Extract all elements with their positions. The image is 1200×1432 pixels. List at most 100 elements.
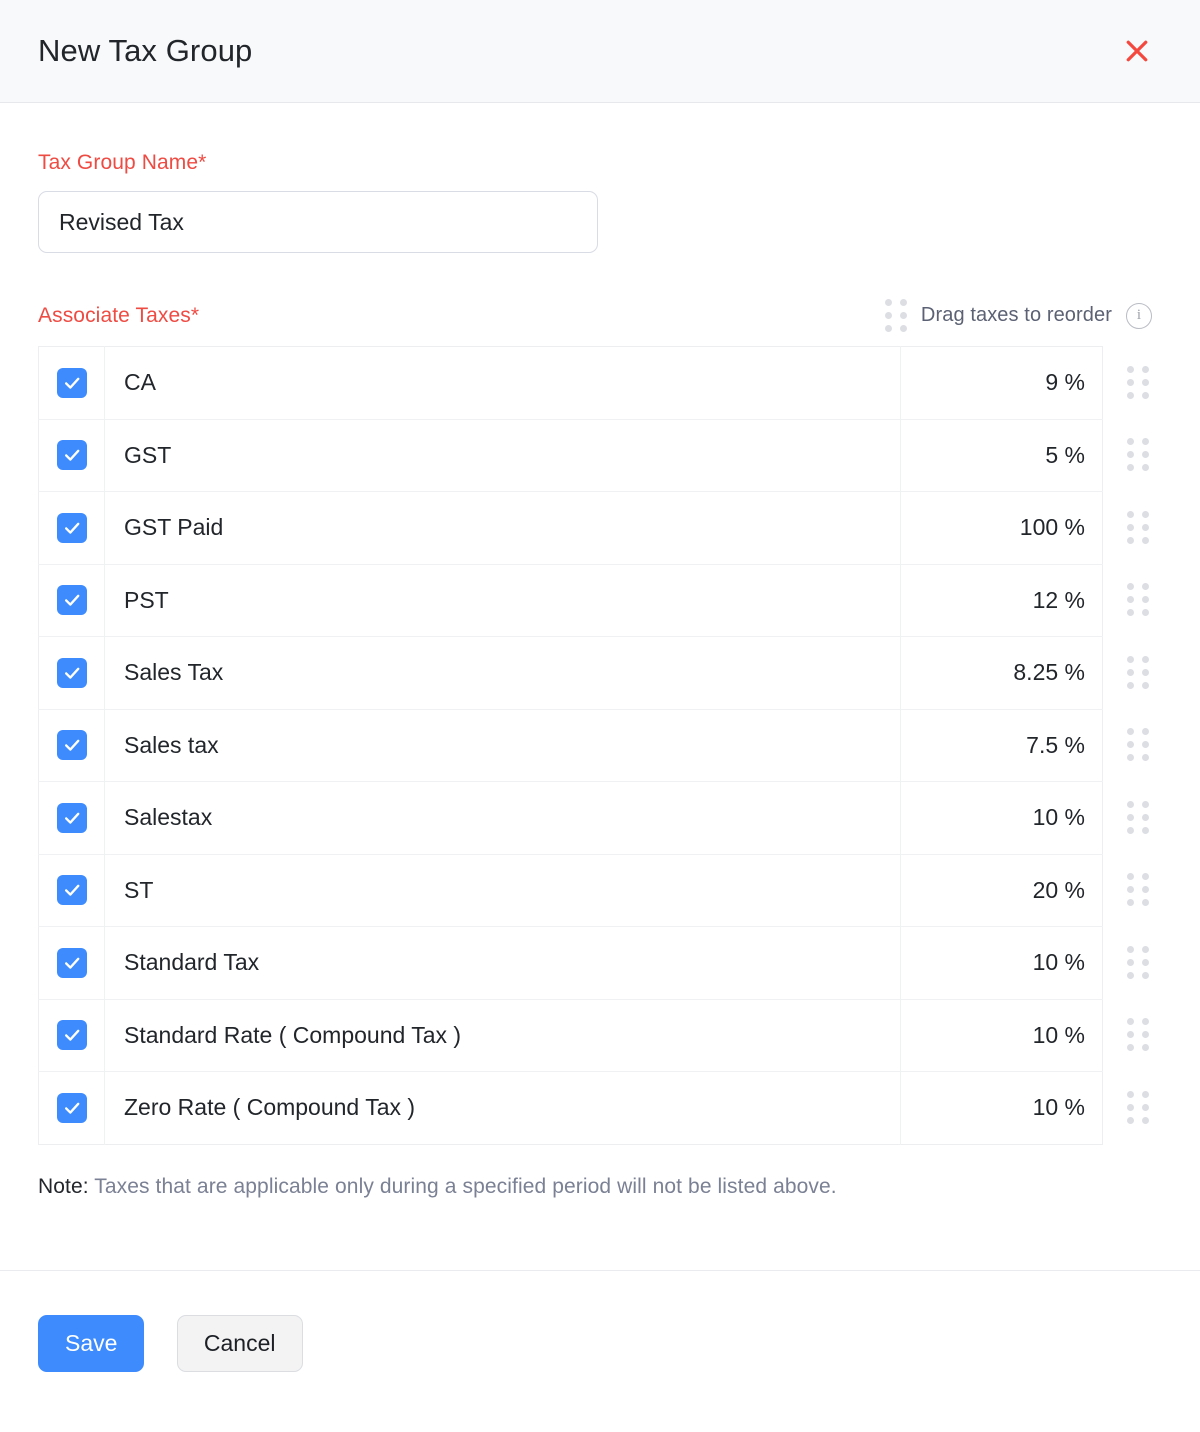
- tax-checkbox[interactable]: [56, 367, 87, 398]
- tax-rate-cell: 10 %: [900, 926, 1103, 1000]
- table-row: GST 5 %: [38, 419, 1103, 492]
- tax-checkbox-cell: [38, 636, 105, 710]
- dialog-footer: Save Cancel: [0, 1270, 1200, 1432]
- tax-checkbox[interactable]: [56, 440, 87, 471]
- table-row: Standard Tax 10 %: [38, 926, 1103, 1000]
- check-icon: [64, 957, 79, 969]
- dialog-header: New Tax Group: [0, 0, 1200, 103]
- table-row: Salestax 10 %: [38, 781, 1103, 855]
- note: Note: Taxes that are applicable only dur…: [38, 1175, 1162, 1199]
- row-drag-handle[interactable]: [1127, 999, 1167, 1072]
- tax-checkbox[interactable]: [56, 1092, 87, 1123]
- tax-name-cell: GST Paid: [104, 491, 901, 565]
- tax-name-cell: Standard Rate ( Compound Tax ): [104, 999, 901, 1072]
- info-icon[interactable]: i: [1126, 302, 1152, 329]
- tax-table: CA 9 % GST 5 % GST Paid 100 % PST 12 % Sales Tax…: [38, 346, 1103, 1145]
- tax-group-name-input[interactable]: [38, 191, 598, 253]
- check-icon: [64, 884, 79, 896]
- tax-name-cell: ST: [104, 854, 901, 927]
- table-row: CA 9 %: [38, 346, 1103, 420]
- check-icon: [64, 594, 79, 606]
- tax-name-cell: Standard Tax: [104, 926, 901, 1000]
- tax-checkbox[interactable]: [56, 657, 87, 688]
- reorder-hint-label: Drag taxes to reorder: [920, 304, 1112, 326]
- tax-checkbox[interactable]: [56, 512, 87, 543]
- drag-handle-icon: [1127, 510, 1149, 544]
- tax-rate-cell: 10 %: [900, 999, 1103, 1072]
- check-icon: [64, 667, 79, 679]
- tax-checkbox[interactable]: [56, 730, 87, 761]
- associate-taxes-label: Associate Taxes*: [38, 303, 200, 327]
- tax-checkbox-cell: [38, 1071, 105, 1144]
- tax-checkbox[interactable]: [56, 947, 87, 978]
- tax-checkbox[interactable]: [56, 875, 87, 906]
- tax-checkbox-cell: [38, 346, 105, 420]
- table-row: GST Paid 100 %: [38, 491, 1103, 565]
- drag-handle-icon: [884, 299, 907, 332]
- drag-handle-icon: [1127, 365, 1149, 399]
- table-row: Sales Tax 8.25 %: [38, 636, 1103, 710]
- drag-handle-icon: [1127, 1018, 1149, 1052]
- tax-rate-cell: 100 %: [900, 491, 1103, 565]
- tax-name-cell: GST: [104, 419, 901, 492]
- row-drag-handle[interactable]: [1127, 491, 1167, 564]
- tax-name-cell: PST: [104, 564, 901, 637]
- cancel-button[interactable]: Cancel: [176, 1315, 303, 1372]
- drag-handle-icon: [1127, 800, 1149, 834]
- row-drag-handle[interactable]: [1127, 1071, 1167, 1144]
- row-drag-handle[interactable]: [1127, 419, 1167, 492]
- tax-checkbox-cell: [38, 926, 105, 1000]
- drag-handle-icon: [1127, 655, 1149, 689]
- tax-checkbox-cell: [38, 564, 105, 637]
- tax-checkbox[interactable]: [56, 1020, 87, 1051]
- reorder-hint: Drag taxes to reorder i: [884, 299, 1152, 332]
- row-drag-handle[interactable]: [1127, 926, 1167, 999]
- drag-handle-icon: [1127, 438, 1149, 472]
- tax-name-cell: Sales tax: [104, 709, 901, 782]
- tax-table-wrapper: CA 9 % GST 5 % GST Paid 100 % PST 12 % Sales Tax…: [38, 346, 1162, 1145]
- close-icon: [1126, 40, 1148, 62]
- tax-name-cell: Zero Rate ( Compound Tax ): [124, 1094, 416, 1121]
- drag-handle-icon: [1127, 873, 1149, 907]
- table-row: PST 12 %: [38, 564, 1103, 637]
- check-icon: [64, 522, 79, 534]
- row-drag-handle[interactable]: [1127, 781, 1167, 854]
- row-drag-handle[interactable]: [1127, 346, 1167, 419]
- check-icon: [64, 377, 79, 389]
- tax-checkbox[interactable]: [56, 802, 87, 833]
- tax-name-cell: Sales Tax: [104, 636, 901, 710]
- tax-checkbox-cell: [38, 999, 105, 1072]
- drag-handle-icon: [1127, 728, 1149, 762]
- check-icon: [64, 739, 79, 751]
- note-text: Taxes that are applicable only during a …: [88, 1174, 837, 1198]
- drag-handle-icon: [1127, 583, 1149, 617]
- tax-rate-cell: 9 %: [900, 346, 1103, 420]
- tax-checkbox-cell: [38, 491, 105, 565]
- save-button[interactable]: Save: [38, 1315, 145, 1372]
- associate-taxes-header: Associate Taxes* Drag taxes to reorder i: [38, 299, 1162, 332]
- row-drag-handle[interactable]: [1127, 709, 1167, 782]
- dialog-body: Tax Group Name* Associate Taxes* Drag ta…: [0, 103, 1200, 1270]
- row-drag-handles: [1127, 346, 1167, 1144]
- tax-checkbox[interactable]: [56, 585, 87, 616]
- row-drag-handle[interactable]: [1127, 636, 1167, 709]
- tax-rate-cell: 10 %: [900, 1071, 1103, 1144]
- tax-checkbox-cell: [38, 709, 105, 782]
- note-label: Note:: [38, 1174, 89, 1198]
- tax-rate-cell: 8.25 %: [900, 636, 1103, 710]
- page-title: New Tax Group: [38, 33, 253, 68]
- table-row: Zero Rate ( Compound Tax ) 10 %: [38, 1071, 1103, 1144]
- drag-handle-icon: [1127, 1090, 1149, 1124]
- row-drag-handle[interactable]: [1127, 854, 1167, 927]
- tax-name-cell: Salestax: [104, 781, 901, 855]
- tax-checkbox-cell: [38, 781, 105, 855]
- drag-handle-icon: [1127, 945, 1149, 979]
- tax-checkbox-cell: [38, 854, 105, 927]
- table-row: Standard Rate ( Compound Tax ) 10 %: [38, 999, 1103, 1072]
- check-icon: [64, 449, 79, 461]
- tax-rate-cell: 20 %: [900, 854, 1103, 927]
- tax-rate-cell: 7.5 %: [900, 709, 1103, 782]
- row-drag-handle[interactable]: [1127, 564, 1167, 637]
- table-row: Sales tax 7.5 %: [38, 709, 1103, 782]
- close-button[interactable]: [1114, 28, 1160, 74]
